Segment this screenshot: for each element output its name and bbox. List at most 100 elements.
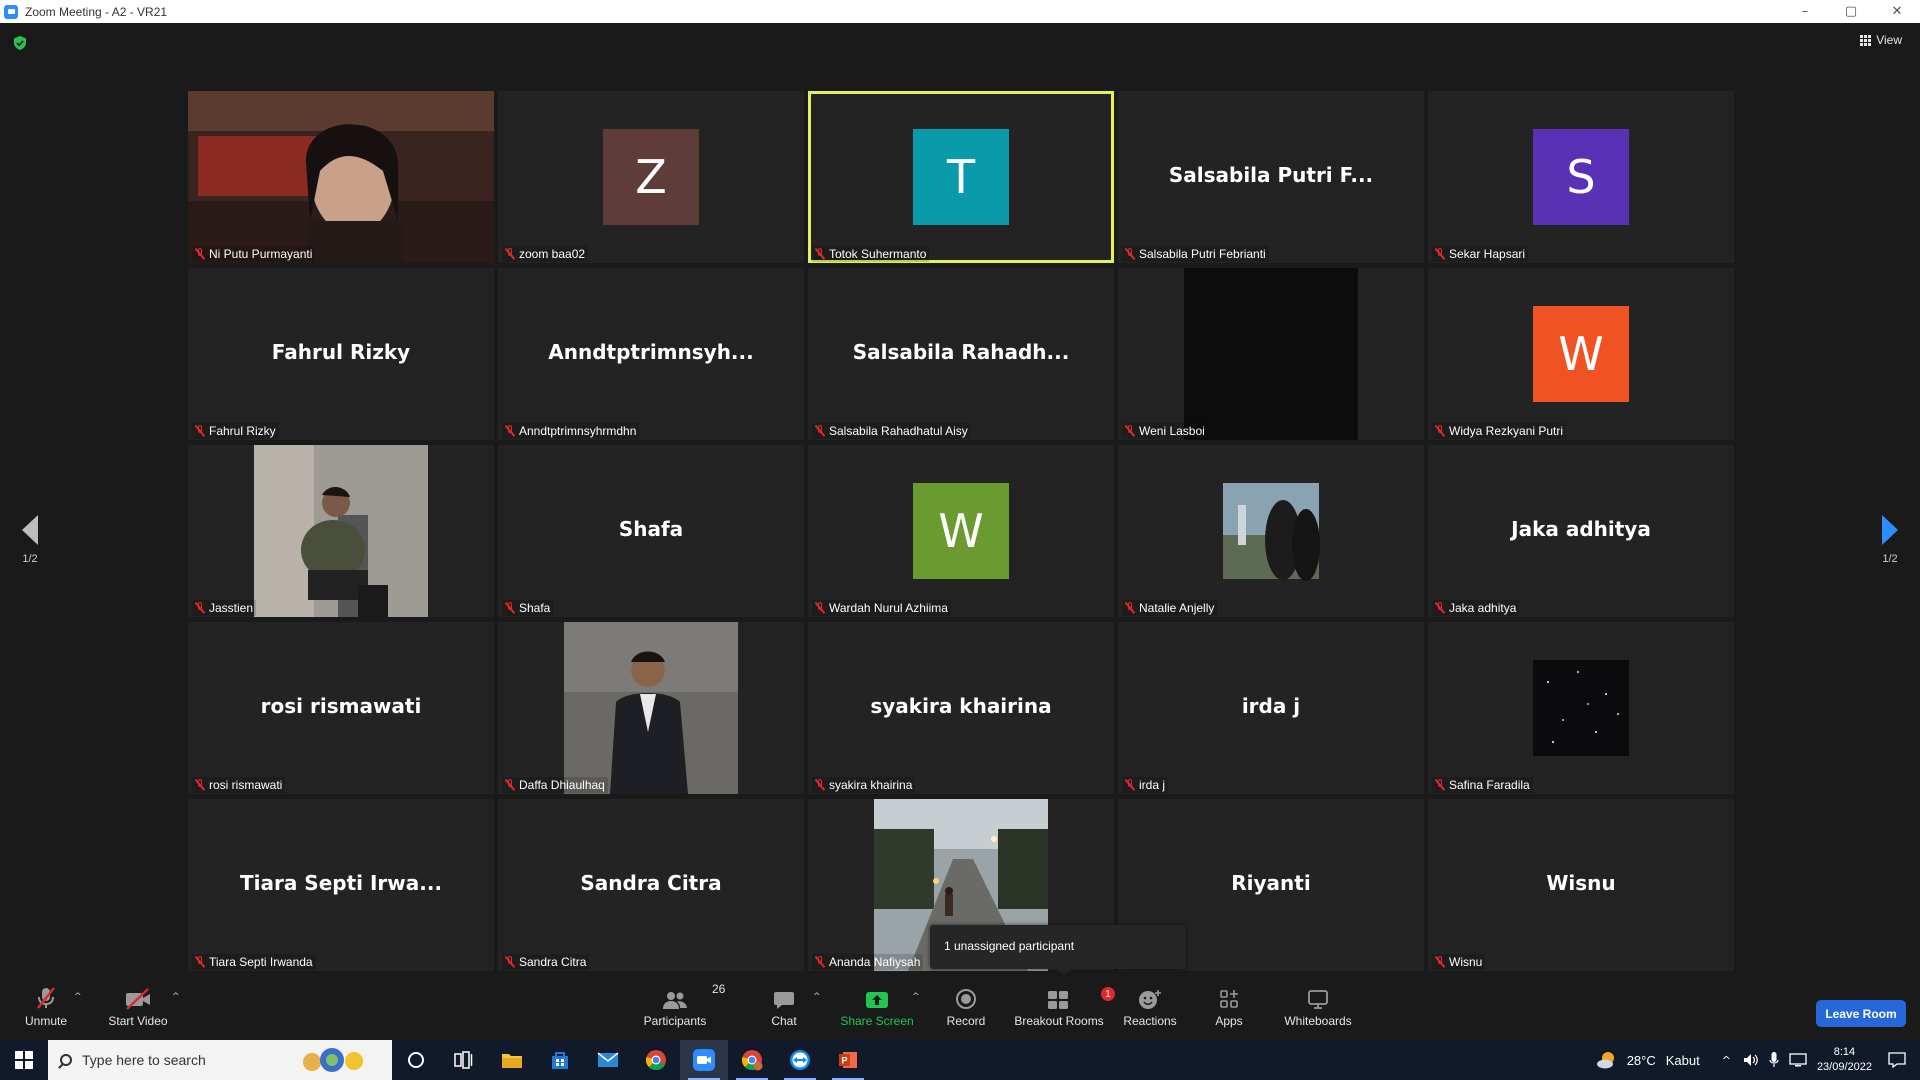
weather-description[interactable]: Kabut	[1666, 1053, 1700, 1068]
participant-avatar: T	[913, 129, 1009, 225]
chrome-button[interactable]	[632, 1040, 680, 1080]
participant-display-name: Anndtptrimnsyh...	[548, 340, 754, 364]
previous-page-button[interactable]: 1/2	[10, 515, 50, 565]
taskbar-clock[interactable]: 8:14 23/09/2022	[1817, 1045, 1872, 1075]
unmute-button[interactable]: Unmute	[18, 980, 74, 1040]
participant-name-label: Weni Lasboi	[1122, 423, 1208, 439]
participant-tile-sekar-hapsari[interactable]: S Sekar Hapsari	[1428, 91, 1734, 263]
next-page-button[interactable]: 1/2	[1870, 515, 1910, 565]
weather-temperature[interactable]: 28°C	[1627, 1053, 1656, 1068]
participant-tile-jasstien[interactable]: Jasstien	[188, 445, 494, 617]
participant-tile-fahrul-rizky[interactable]: Fahrul Rizky Fahrul Rizky	[188, 268, 494, 440]
participant-name: syakira khairina	[829, 778, 913, 792]
zoom-taskbar-button[interactable]	[680, 1040, 728, 1080]
search-icon	[60, 1054, 72, 1066]
start-video-button[interactable]: Start Video	[104, 980, 172, 1040]
microphone-tray-icon[interactable]	[1769, 1052, 1779, 1068]
participant-tile-salsabila-rahadhatul-aisy[interactable]: Salsabila Rahadh... Salsabila Rahadhatul …	[808, 268, 1114, 440]
participant-tile-wisnu[interactable]: Wisnu Wisnu	[1428, 799, 1734, 971]
speaker-volume-icon[interactable]	[1743, 1053, 1759, 1067]
participant-display-name: Shafa	[618, 517, 684, 541]
participant-name-label: Jasstien	[192, 600, 257, 616]
participant-tile-daffa-dhiaulhaq[interactable]: Daffa Dhiaulhaq	[498, 622, 804, 794]
participant-tile-tiara-septi-irwanda[interactable]: Tiara Septi Irwa... Tiara Septi Irwanda	[188, 799, 494, 971]
mail-envelope-icon	[597, 1052, 619, 1067]
close-button[interactable]: ✕	[1874, 0, 1920, 23]
participant-name: Tiara Septi Irwanda	[209, 955, 313, 969]
participant-tile-safina-faradila[interactable]: Safina Faradila	[1428, 622, 1734, 794]
reactions-button[interactable]: Reactions	[1122, 980, 1178, 1040]
teamviewer-button[interactable]	[776, 1040, 824, 1080]
participant-display-name: rosi rismawati	[260, 694, 422, 718]
taskbar-search-box[interactable]: Type here to search	[48, 1040, 392, 1080]
participant-name: Weni Lasboi	[1139, 424, 1205, 438]
task-view-button[interactable]	[440, 1040, 488, 1080]
participant-name-label: Ni Putu Purmayanti	[192, 246, 316, 262]
participant-name-label: Widya Rezkyani Putri	[1432, 423, 1567, 439]
participant-name: Daffa Dhiaulhaq	[519, 778, 605, 792]
chat-button[interactable]: Chat	[766, 980, 802, 1040]
video-options-caret-icon[interactable]: ^	[172, 992, 180, 1002]
network-icon[interactable]	[1789, 1053, 1807, 1067]
breakout-rooms-button[interactable]: 1 Breakout Rooms	[1014, 980, 1115, 1040]
chevron-up-icon[interactable]: ^	[1722, 1054, 1731, 1067]
chrome-profile-button[interactable]	[728, 1040, 776, 1080]
participant-name-label: Natalie Anjelly	[1122, 600, 1218, 616]
participant-tile-jaka-adhitya[interactable]: Jaka adhitya Jaka adhitya	[1428, 445, 1734, 617]
participant-name-label: Wisnu	[1432, 954, 1486, 970]
share-screen-button[interactable]: Share Screen	[840, 980, 914, 1040]
restore-button[interactable]: ▢	[1828, 0, 1874, 23]
apps-button[interactable]: Apps	[1214, 980, 1244, 1040]
participant-tile-ni-putu-purmayanti[interactable]: Ni Putu Purmayanti	[188, 91, 494, 263]
participant-tile-widya-rezkyani-putri[interactable]: W Widya Rezkyani Putri	[1428, 268, 1734, 440]
participant-name: Wardah Nurul Azhiima	[829, 601, 948, 615]
record-button[interactable]: Record	[946, 980, 986, 1040]
meeting-area: View 1/2 1/2 Ni Putu Purmayanti Zzoom baa…	[0, 23, 1920, 980]
file-explorer-button[interactable]	[488, 1040, 536, 1080]
participant-display-name: Tiara Septi Irwa...	[239, 871, 443, 895]
participant-tile-wardah-nurul-azhiima[interactable]: W Wardah Nurul Azhiima	[808, 445, 1114, 617]
powerpoint-button[interactable]: P	[824, 1040, 872, 1080]
participant-avatar: W	[1533, 306, 1629, 402]
muted-microphone-icon	[815, 602, 825, 614]
participant-display-name: Jaka adhitya	[1511, 517, 1651, 541]
participant-name: Jasstien	[209, 601, 254, 615]
participant-tile-sandra-citra[interactable]: Sandra Citra Sandra Citra	[498, 799, 804, 971]
microsoft-store-button[interactable]	[536, 1040, 584, 1080]
mail-button[interactable]	[584, 1040, 632, 1080]
share-options-caret-icon[interactable]: ^	[912, 992, 920, 1002]
participant-tile-totok-suhermanto[interactable]: T Totok Suhermanto	[808, 91, 1114, 263]
participant-tile-anndtptrimnsyhrmdhn[interactable]: Anndtptrimnsyh... Anndtptrimnsyhrmdhn	[498, 268, 804, 440]
participant-name-label: Fahrul Rizky	[192, 423, 279, 439]
page-indicator-right: 1/2	[1882, 553, 1898, 565]
participant-name-label: Totok Suhermanto	[812, 246, 930, 262]
participant-tile-syakira-khairina[interactable]: syakira khairina syakira khairina	[808, 622, 1114, 794]
participant-display-name: Riyanti	[1231, 871, 1311, 895]
participant-name: Totok Suhermanto	[829, 247, 927, 261]
cortana-button[interactable]	[392, 1040, 440, 1080]
participant-tile-weni-lasboi[interactable]: Weni Lasboi	[1118, 268, 1424, 440]
start-button[interactable]	[0, 1040, 48, 1080]
weather-cloud-sun-icon	[1596, 1052, 1614, 1069]
minimize-button[interactable]: –	[1782, 0, 1828, 23]
participants-button[interactable]: 26 Participants	[640, 980, 726, 1040]
breakout-rooms-label: Breakout Rooms	[1014, 1014, 1104, 1028]
participant-tile-natalie-anjelly[interactable]: Natalie Anjelly	[1118, 445, 1424, 617]
participant-tile-rosi-rismawati[interactable]: rosi rismawati rosi rismawati	[188, 622, 494, 794]
view-button[interactable]: View	[1860, 33, 1902, 47]
search-highlight-icon	[303, 1048, 363, 1072]
notification-center-icon[interactable]	[1888, 1052, 1906, 1068]
participant-name-label: Wardah Nurul Azhiima	[812, 600, 951, 616]
participant-tile-shafa[interactable]: Shafa Shafa	[498, 445, 804, 617]
encryption-shield-icon[interactable]	[12, 35, 28, 51]
breakout-rooms-icon	[1048, 991, 1068, 1009]
participant-tile-salsabila-putri-febrianti[interactable]: Salsabila Putri F... Salsabila Putri Febr…	[1118, 91, 1424, 263]
participant-tile-irda-j[interactable]: irda j irda j	[1118, 622, 1424, 794]
audio-options-caret-icon[interactable]: ^	[74, 992, 82, 1002]
leave-room-button[interactable]: Leave Room	[1816, 1000, 1906, 1027]
whiteboards-button[interactable]: Whiteboards	[1282, 980, 1354, 1040]
participant-tile-zoom-baa02[interactable]: Zzoom baa02	[498, 91, 804, 263]
muted-microphone-icon	[1435, 248, 1445, 260]
chat-options-caret-icon[interactable]: ^	[813, 992, 821, 1002]
view-label: View	[1876, 33, 1902, 47]
